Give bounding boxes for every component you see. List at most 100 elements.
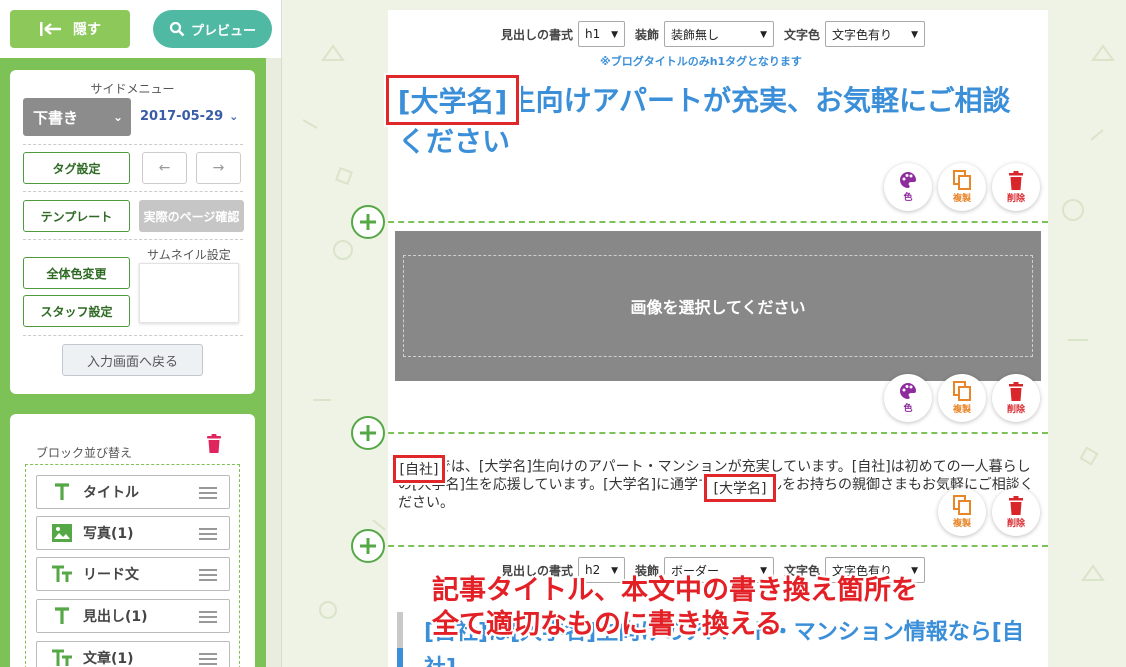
color-button[interactable]: 色: [884, 163, 932, 211]
image-block[interactable]: 画像を選択してください: [395, 231, 1041, 381]
prev-arrow-button[interactable]: ←: [142, 152, 187, 184]
hide-sidebar-button[interactable]: 隠す: [10, 10, 130, 48]
tag-settings-button[interactable]: タグ設定: [23, 152, 130, 184]
trash-icon: [1009, 495, 1023, 515]
color-select-value: 文字色有り: [832, 27, 893, 42]
text-tt-icon: [49, 649, 75, 667]
copy-icon: [953, 170, 971, 190]
thumbnail-label: サムネイル設定: [147, 248, 231, 262]
delete-button[interactable]: 削除: [992, 374, 1040, 422]
status-select[interactable]: 下書き ⌄: [23, 98, 131, 136]
next-arrow-button[interactable]: →: [196, 152, 241, 184]
sort-item-text[interactable]: 文章(1): [36, 641, 230, 667]
text-replace-marker-university: [大学名]: [704, 474, 776, 502]
delete-button-label: 削除: [1006, 518, 1025, 529]
search-icon: [169, 21, 185, 37]
plus-icon: [360, 214, 376, 230]
all-color-change-button[interactable]: 全体色変更: [23, 257, 130, 289]
copy-button-label: 複製: [952, 194, 971, 204]
hide-label: 隠す: [73, 22, 101, 38]
drag-handle-icon[interactable]: [199, 611, 217, 623]
color-button[interactable]: 色: [884, 374, 932, 422]
deco-select[interactable]: 装飾無し ▼: [664, 21, 775, 47]
sort-item-heading[interactable]: 見出し(1): [36, 599, 230, 633]
side-menu-panel: サイドメニュー 下書き ⌄ 2017-05-29 ⌄ タグ設定 ← → テンプレー…: [10, 70, 255, 394]
caret-down-icon: ▼: [911, 30, 919, 40]
h2-border-decoration: [397, 612, 403, 667]
block-divider: [368, 545, 1048, 547]
title-t-icon: [49, 607, 75, 625]
color-select[interactable]: 文字色有り ▼: [825, 21, 926, 47]
deco-select-value: 装飾無し: [671, 27, 720, 42]
drag-handle-icon[interactable]: [199, 569, 217, 581]
title-t-icon: [49, 483, 75, 501]
template-button[interactable]: テンプレート: [23, 200, 130, 232]
sort-item-title[interactable]: タイトル: [36, 475, 230, 509]
drag-handle-icon[interactable]: [199, 653, 217, 665]
sort-item-lead[interactable]: リード文: [36, 557, 230, 591]
text-tt-icon: [49, 565, 75, 583]
copy-button[interactable]: 複製: [938, 163, 986, 211]
chevron-down-icon: ⌄: [229, 110, 239, 123]
deco-label: 装飾: [635, 27, 660, 42]
trash-icon[interactable]: [206, 434, 222, 454]
sort-item-label: 見出し(1): [83, 609, 148, 625]
add-block-button[interactable]: [351, 529, 385, 563]
add-block-button[interactable]: [351, 205, 385, 239]
sort-item-label: 写真(1): [83, 526, 134, 542]
heading-controls-1: 見出しの書式 h1 ▼ 装飾 装飾無し ▼ 文字色 文字色有り ▼: [501, 21, 935, 47]
divider: [23, 191, 243, 192]
palette-icon: [900, 383, 916, 399]
color-label: 文字色: [784, 27, 821, 42]
sort-item-label: タイトル: [83, 485, 139, 501]
arrow-right-icon: →: [212, 160, 225, 176]
block-sort-panel: ブロック並び替え タイトル 写真(1) リード文 見出し(1) 文章(1): [10, 414, 255, 667]
actual-page-check-button[interactable]: 実際のページ確認: [139, 200, 244, 232]
date-select[interactable]: 2017-05-29 ⌄: [140, 109, 238, 124]
title-replace-marker: [大学名]: [386, 75, 519, 125]
side-menu-title: サイドメニュー: [90, 82, 175, 96]
caret-down-icon: ▼: [611, 30, 619, 40]
sort-item-label: 文章(1): [83, 651, 134, 667]
text-replace-marker-company: [自社]: [393, 455, 445, 483]
plus-icon: [360, 425, 376, 441]
sidebar-top-bar: 隠す プレビュー: [0, 0, 282, 58]
trash-icon: [1009, 170, 1023, 190]
copy-button-label: 複製: [952, 405, 971, 415]
color-button-label: 色: [903, 404, 913, 414]
block-sort-list: タイトル 写真(1) リード文 見出し(1) 文章(1): [25, 464, 240, 667]
image-icon: [49, 524, 75, 542]
delete-button[interactable]: 削除: [992, 488, 1040, 536]
h1-note: ※ブログタイトルのみh1タグとなります: [600, 55, 802, 68]
preview-button[interactable]: プレビュー: [153, 10, 272, 48]
drag-handle-icon[interactable]: [199, 487, 217, 499]
delete-button[interactable]: 削除: [992, 163, 1040, 211]
color-button-label: 色: [903, 193, 913, 203]
drag-handle-icon[interactable]: [199, 528, 217, 540]
palette-icon: [900, 172, 916, 188]
caret-down-icon: ▼: [760, 30, 768, 40]
delete-button-label: 削除: [1006, 404, 1025, 415]
back-to-input-button[interactable]: 入力画面へ戻る: [62, 344, 203, 376]
status-select-value: 下書き: [33, 108, 79, 127]
add-block-button[interactable]: [351, 416, 385, 450]
sort-item-photo[interactable]: 写真(1): [36, 516, 230, 550]
copy-button[interactable]: 複製: [938, 374, 986, 422]
sort-item-label: リード文: [83, 567, 139, 583]
divider: [23, 239, 243, 240]
block-divider: [368, 221, 1048, 223]
block-sort-title: ブロック並び替え: [36, 446, 133, 460]
thumbnail-box[interactable]: [139, 263, 239, 323]
sidebar-scrollbar[interactable]: [266, 58, 282, 667]
arrow-left-icon: ←: [158, 160, 171, 176]
staff-settings-button[interactable]: スタッフ設定: [23, 295, 130, 327]
trash-icon: [1009, 381, 1023, 401]
divider: [23, 144, 243, 145]
copy-icon: [953, 495, 971, 515]
format-select[interactable]: h1 ▼: [578, 21, 626, 47]
copy-icon: [953, 381, 971, 401]
date-value: 2017-05-29: [140, 109, 224, 124]
block-divider: [368, 432, 1048, 434]
delete-button-label: 削除: [1006, 193, 1025, 204]
copy-button[interactable]: 複製: [938, 488, 986, 536]
